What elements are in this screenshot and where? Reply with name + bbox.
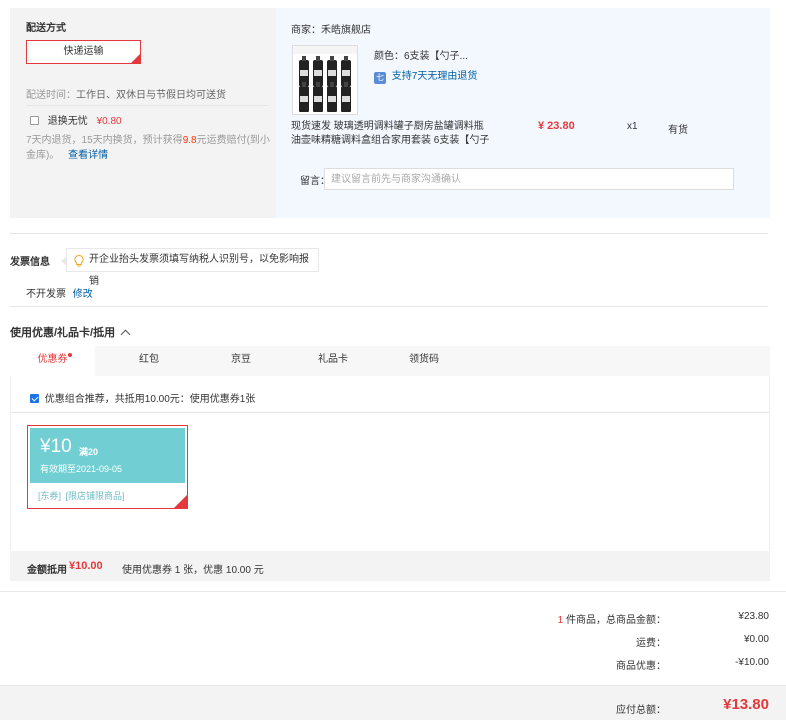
merchant-panel: 商家：禾皓旗舰店 颜色：6支装【勺子... 七 支持7天无理由退货 现货速发 玻… [276,8,770,218]
discount-summary: 金额抵用 ¥10.00 使用优惠券 1 张，优惠 10.00 元 [10,551,770,581]
worry-free-checkbox[interactable] [30,116,39,125]
coupon-tag: [东券] [38,491,62,501]
chevron-up-icon[interactable] [120,329,131,340]
discount-tabs: 优惠券 红包 京豆 礼品卡 领货码 [10,346,770,377]
new-dot-icon [68,353,72,357]
coupon-card[interactable]: ¥10 满20 有效期至2021-09-05 [东券] [限店铺限商品] [27,425,188,509]
discount-title-text: 使用优惠/礼品卡/抵用 [10,327,116,339]
tab-coupons[interactable]: 优惠券 [10,346,95,377]
item-count-label: 件商品，总商品金额： [563,615,666,626]
divider [26,105,268,106]
tab-gift-card[interactable]: 礼品卡 [294,346,372,376]
delivery-time-label: 配送时间： [26,90,76,101]
product-image[interactable] [292,45,358,115]
tab-jingdou[interactable]: 京豆 [202,346,280,376]
invoice-tip: 开企业抬头发票须填写纳税人识别号，以免影响报销 [61,248,319,287]
divider [11,412,769,413]
tab-pickup-code[interactable]: 领货码 [384,346,464,376]
shipping-fee-amount: ¥0.00 [743,634,769,645]
product-discount-label: 商品优惠： [616,661,666,672]
worry-free-desc: 7天内退货，15天内换货，预计获得 [26,135,183,146]
express-shipping-button[interactable]: 快递运输 [26,40,141,64]
return-policy-text: 支持7天无理由退货 [391,71,478,82]
shop-name: 商家：禾皓旗舰店 [291,25,371,36]
divider [10,233,768,234]
tab-label: 红包 [139,354,159,365]
item-amount: ¥23.80 [738,611,769,622]
product-color: 颜色：6支装【勺子... [374,51,468,62]
invoice-title: 发票信息 [10,257,50,268]
recommend-text: 优惠组合推荐，共抵用10.00元：使用优惠券1张 [44,394,256,405]
worry-free-desc: 金库)。 [26,150,60,161]
summary-desc: 使用优惠券 1 张，优惠 10.00 元 [122,565,264,576]
tab-label: 礼品卡 [318,354,348,365]
shipping-fee-label: 运费： [636,638,666,649]
payable-amount: ¥13.80 [723,696,769,713]
coupon-amount: ¥10 [40,436,72,457]
summary-label: 金额抵用 [27,565,67,576]
coupon-threshold: 满20 [79,447,99,457]
product-quantity: x1 [627,121,638,132]
tab-label: 领货码 [409,354,439,365]
invoice-edit-link[interactable]: 修改 [73,289,93,300]
divider [0,591,786,592]
shipping-title: 配送方式 [26,23,66,34]
worry-free-desc: 元运费赔付(到小 [196,135,270,146]
product-title-line: 现货速发 玻璃透明调料罐子厨房盐罐调料瓶 [291,121,484,132]
shipping-block: 配送方式 快递运输 配送时间：工作日、双休日与节假日均可送货 退换无忧 ¥0.8… [10,8,770,218]
tab-label: 京豆 [231,354,251,365]
return-policy-icon: 七 [374,72,386,84]
coupon-tags: [东券] [限店铺限商品] [38,489,125,502]
payable-label: 应付总额： [616,705,666,716]
shipping-panel: 配送方式 快递运输 配送时间：工作日、双休日与节假日均可送货 退换无忧 ¥0.8… [10,8,276,218]
tab-red-packet[interactable]: 红包 [110,346,188,376]
product-discount-amount: -¥10.00 [735,657,769,668]
coupon-validity: 有效期至2021-09-05 [40,464,123,474]
view-details-link[interactable]: 查看详情 [68,150,108,161]
recommend-combo[interactable]: 优惠组合推荐，共抵用10.00元：使用优惠券1张 [30,390,255,405]
worry-free-description: 7天内退货，15天内换货，预计获得9.8元运费赔付(到小 金库)。 查看详情 [26,133,274,163]
return-policy: 七 支持7天无理由退货 [374,67,477,84]
recommend-checkbox[interactable] [30,394,39,403]
stock-status: 有货 [668,125,688,136]
invoice-status-text: 不开发票 [26,289,66,300]
payable-bar: 应付总额： ¥13.80 [0,685,786,720]
lightbulb-icon [74,254,84,267]
remark-input[interactable] [324,168,734,190]
worry-free-price: ¥0.80 [96,116,122,127]
delivery-time-value: 工作日、双休日与节假日均可送货 [76,90,226,101]
invoice-status: 不开发票 修改 [26,285,93,300]
divider [10,306,768,307]
compensation-amount: 9.8 [182,135,197,146]
invoice-tip-text: 开企业抬头发票须填写纳税人识别号，以免影响报销 [89,254,309,287]
worry-free-option[interactable]: 退换无忧 ¥0.80 [30,112,122,127]
selected-corner-icon [131,54,140,63]
item-count-row: 1 件商品，总商品金额： [558,611,666,626]
coupon-header: ¥10 满20 有效期至2021-09-05 [30,428,185,483]
coupon-tag: [限店铺限商品] [65,491,125,501]
tab-label: 优惠券 [37,354,68,365]
product-title-line: 油壶味精糖调料盒组合家用套装 6支装【勺子 [291,135,490,146]
product-title[interactable]: 现货速发 玻璃透明调料罐子厨房盐罐调料瓶 油壶味精糖调料盒组合家用套装 6支装【… [291,120,501,148]
summary-amount: ¥10.00 [69,560,103,572]
worry-free-label: 退换无忧 [47,116,88,127]
product-price: ¥ 23.80 [538,120,575,132]
express-shipping-label: 快递运输 [63,46,104,57]
discount-title[interactable]: 使用优惠/礼品卡/抵用 [10,324,131,340]
selected-corner-icon [174,495,187,508]
delivery-time: 配送时间：工作日、双休日与节假日均可送货 [26,86,226,101]
